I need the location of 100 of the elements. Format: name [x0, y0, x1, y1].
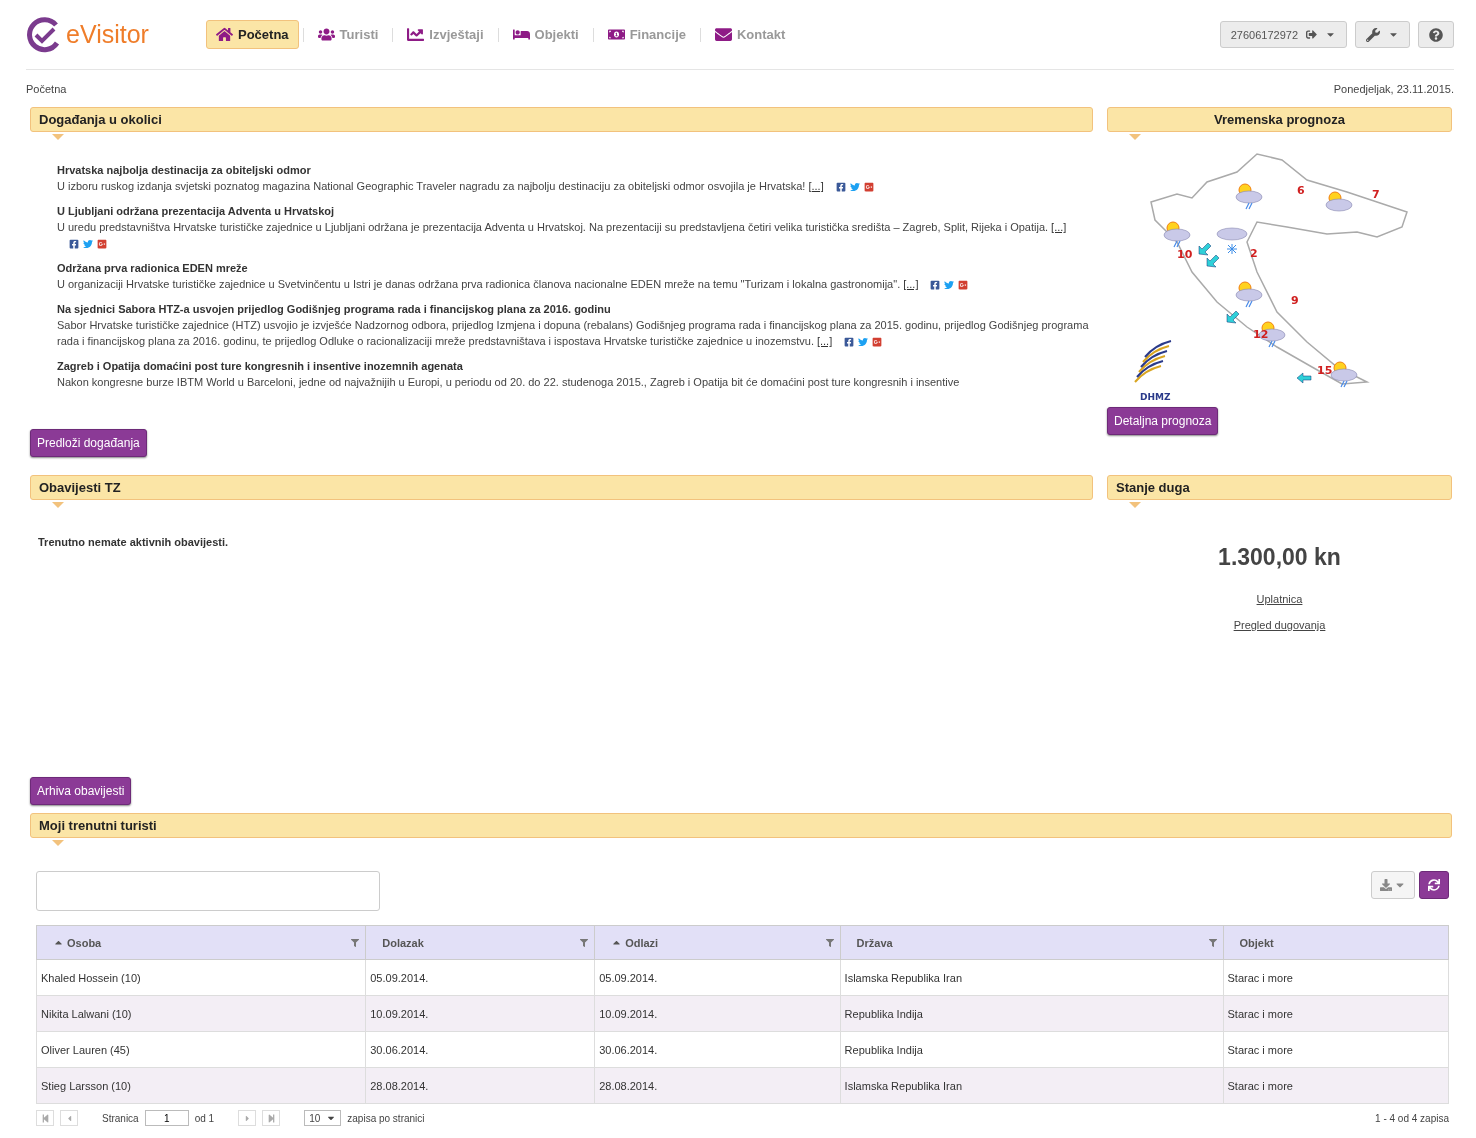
rain-cloud-icon [1163, 221, 1191, 248]
table-cell: Starac i more [1223, 995, 1449, 1032]
debt-link[interactable]: Pregled dugovanja [1233, 619, 1326, 631]
snow-cloud-icon [1216, 227, 1248, 255]
temperature-label: 15 [1317, 364, 1333, 377]
google-plus-icon[interactable] [958, 280, 969, 291]
nav-icon [317, 26, 335, 43]
table-cell: Nikita Lalwani (10) [36, 995, 366, 1032]
column-header[interactable]: Država [840, 925, 1223, 960]
wind-arrow-icon [1198, 242, 1212, 256]
temperature-label: 2 [1250, 247, 1258, 260]
more-link[interactable]: [...] [903, 278, 919, 290]
temperature-label: 12 [1253, 328, 1269, 341]
table-cell: 10.09.2014. [594, 995, 841, 1032]
page-count: od 1 [194, 1112, 215, 1124]
table-cell: Khaled Hossein (10) [36, 959, 366, 996]
suggest-event-button[interactable]: Predloži događanja [30, 429, 147, 457]
refresh-button[interactable] [1419, 871, 1449, 899]
refresh-icon [1428, 879, 1440, 891]
archive-button[interactable]: Arhiva obavijesti [30, 777, 132, 805]
event-text: U organizaciji Hrvatske turističke zajednice u Svetvinčentu u Istri je danas održana prva radionica članova nacionalne EDEN mreže na temu "Turizam i lokalna gastronomija". [...] [57, 276, 1093, 292]
filter-icon[interactable] [1208, 938, 1217, 947]
column-label: Država [856, 936, 894, 949]
next-page-button[interactable] [238, 1110, 257, 1126]
panel-header: Događanja u okolici [30, 107, 1093, 132]
record-summary: 1 - 4 od 4 zapisa [1375, 1112, 1449, 1124]
table-cell: 05.09.2014. [594, 959, 841, 996]
facebook-icon[interactable] [930, 280, 941, 291]
column-header[interactable]: Dolazak [365, 925, 595, 960]
event-title: Održana prva radionica EDEN mreže [57, 261, 249, 276]
column-header[interactable]: Osoba [36, 925, 366, 960]
table-cell: 30.06.2014. [365, 1031, 595, 1068]
page-size-select[interactable]: 10 [304, 1110, 342, 1126]
filter-icon[interactable] [351, 938, 360, 947]
facebook-icon[interactable] [69, 239, 79, 250]
wrench-icon [1366, 27, 1380, 42]
table-cell: 28.08.2014. [365, 1067, 595, 1104]
forecast-button[interactable]: Detaljna prognoza [1107, 407, 1219, 435]
google-plus-icon[interactable] [863, 182, 874, 193]
pointer-icon [1129, 134, 1141, 140]
breadcrumb: Početna [26, 83, 67, 95]
stripes-logo-icon [1134, 340, 1172, 383]
page-label: Stranica [102, 1112, 139, 1124]
first-page-button[interactable] [36, 1110, 54, 1126]
filter-icon[interactable] [825, 938, 834, 947]
temperature-label: 9 [1291, 294, 1299, 307]
event-text: Sabor Hrvatske turističke zajednice (HTZ) usvojio je izvješće Nadzornog odbora, prijedlog Izmjena i dopuna (rebalans) Godišnjeg programa rada i financijskog plana za 2015. godinu, prijedlog Godišnjeg programa rada i financijskog plana za 2016. godinu, te prijedlog Odluke o racionalizaciji mreže predstavništava i ispostava Hrvatske turističke zajednice u inozemstvu. [...] [57, 318, 1090, 349]
event-text: U uredu predstavništva Hrvatske turističke zajednice u Ljubljani održana je prezentacija Adventa u Hrvatskoj. Na prezentaciji su predstavljena četiri velika turistička središta – Zagreb, Split, Rijeka i Opatija. [...] [57, 219, 1093, 251]
temperature-label: 7 [1372, 188, 1380, 201]
logout-icon [1306, 29, 1317, 40]
temperature-label: 6 [1297, 184, 1305, 197]
table-cell: 10.09.2014. [365, 995, 595, 1032]
nav-icon [216, 26, 233, 43]
help-button[interactable] [1418, 21, 1454, 48]
nav-tab[interactable]: Početna [206, 20, 299, 49]
event-title: Zagreb i Opatija domaćini post ture kongresnih i insentive inozemnih agenata [57, 359, 464, 374]
column-label: Objekt [1239, 936, 1275, 949]
last-page-button[interactable] [262, 1110, 281, 1126]
more-link[interactable]: [...] [1051, 221, 1067, 233]
twitter-icon[interactable] [858, 337, 869, 348]
prev-page-button[interactable] [60, 1110, 78, 1126]
event-text: Nakon kongresne burze IBTM World u Barceloni, jedne od najvažnijih u Europi, u periodu od 20. do 22. studenoga 2015., Zagreb i Opatija bit će domaćini post ture kongresnih i insentive [57, 375, 961, 390]
table-cell: Islamska Republika Iran [840, 1067, 1223, 1104]
empty-message: Trenutno nemate aktivnih obavijesti. [38, 536, 229, 548]
user-menu-button[interactable]: 27606172972 [1219, 21, 1347, 48]
column-label: Osoba [67, 936, 103, 949]
column-header[interactable]: Odlazi [594, 925, 841, 960]
nav-icon [607, 26, 625, 43]
twitter-icon[interactable] [944, 280, 955, 291]
twitter-icon[interactable] [849, 182, 860, 193]
table-cell: Starac i more [1223, 1067, 1449, 1104]
table-cell: Starac i more [1223, 959, 1449, 996]
settings-button[interactable] [1355, 21, 1410, 48]
wind-arrow-icon [1296, 372, 1312, 384]
more-link[interactable]: [...] [808, 180, 824, 192]
event-title: Hrvatska najbolja destinacija za obiteljski odmor [57, 163, 312, 178]
search-field[interactable] [36, 871, 380, 911]
panel-header: Vremenska prognoza [1107, 107, 1452, 132]
filter-icon[interactable] [580, 938, 589, 947]
logo-text: eVisitor [66, 20, 149, 49]
logo-icon [26, 16, 62, 53]
column-header[interactable]: Objekt [1223, 925, 1449, 960]
column-label: Odlazi [625, 936, 660, 949]
column-label: Dolazak [382, 936, 425, 949]
panel-header: Moji trenutni turisti [30, 813, 1452, 838]
debt-link[interactable]: Uplatnica [1256, 593, 1303, 605]
page-input[interactable]: 1 [144, 1110, 189, 1126]
more-link[interactable]: [...] [816, 335, 833, 347]
facebook-icon[interactable] [835, 182, 846, 193]
event-title: U Ljubljani održana prezentacija Adventa u Hrvatskoj [57, 204, 336, 219]
temperature-label: 10 [1177, 248, 1193, 261]
table-cell: Republika Indija [840, 995, 1223, 1032]
table-cell: Starac i more [1223, 1031, 1449, 1068]
nav-icon [407, 26, 425, 43]
google-plus-icon[interactable] [872, 337, 883, 348]
facebook-icon[interactable] [844, 337, 855, 348]
help-icon [1429, 27, 1443, 42]
table-cell: Republika Indija [840, 1031, 1223, 1068]
twitter-icon[interactable] [83, 239, 93, 250]
google-plus-icon[interactable] [97, 239, 107, 250]
